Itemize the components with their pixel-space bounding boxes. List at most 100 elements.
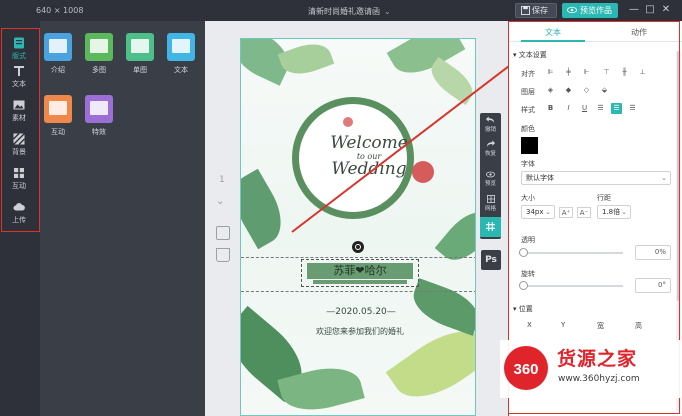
undo-icon [486, 116, 495, 123]
send-back-icon[interactable]: ⬙ [599, 85, 610, 96]
component-text[interactable]: 文本 [165, 33, 197, 75]
chevron-down-icon: ⌄ [384, 7, 391, 16]
save-icon [521, 6, 530, 15]
underline-icon[interactable]: U [579, 103, 590, 114]
component-interact[interactable]: 互动 [42, 95, 74, 137]
pos-x-label: X [527, 321, 532, 329]
active-tab-indicator [521, 40, 585, 42]
component-label: 互动 [51, 128, 65, 136]
component-panel: 介绍 多图 单图 文本 互动 特效 [40, 21, 205, 416]
italic-icon[interactable]: I [563, 103, 574, 114]
section-text-settings[interactable]: ▾ 文本设置 [513, 50, 547, 60]
bring-front-icon[interactable]: ◈ [545, 85, 556, 96]
increase-size-icon[interactable]: A⁺ [559, 207, 573, 218]
rotate-input[interactable]: 0° [635, 278, 671, 293]
text-align-right-icon[interactable]: ☰ [627, 103, 638, 114]
invite-text[interactable]: 欢迎您来参加我们的婚礼 [293, 326, 427, 337]
tab-text[interactable]: 文本 [523, 27, 583, 38]
rotate-label: 旋转 [521, 270, 535, 278]
text-align-left-icon[interactable]: ☰ [595, 103, 606, 114]
line-height-value: 1.8倍 [602, 208, 621, 216]
align-middle-icon[interactable]: ╫ [619, 67, 630, 78]
watermark-name: 货源之家 [557, 348, 638, 370]
save-label: 保存 [532, 6, 548, 15]
tool-label: 恢复 [484, 151, 496, 157]
magic-wand-icon [85, 95, 113, 123]
opacity-slider-knob[interactable] [519, 248, 528, 257]
rotate-handle[interactable] [352, 241, 364, 253]
redo-icon [486, 140, 495, 147]
send-backward-icon[interactable]: ◇ [581, 85, 592, 96]
guide-toggle-button[interactable] [480, 217, 501, 237]
font-select-value: 默认字体 [526, 174, 554, 182]
invitation-page[interactable]: Welcome to our Wedding 苏菲❤哈尔 —2020.05.20… [240, 38, 476, 416]
intro-icon [44, 33, 72, 61]
align-left-icon[interactable]: ⊫ [545, 67, 556, 78]
align-right-icon[interactable]: ⊩ [581, 67, 592, 78]
redo-button[interactable]: 恢复 [480, 140, 501, 157]
couple-names[interactable]: 苏菲❤哈尔 [307, 263, 413, 279]
eye-icon [567, 6, 577, 14]
close-icon[interactable]: ✕ [660, 4, 672, 16]
text-align-center-icon[interactable]: ☰ [611, 103, 622, 114]
align-center-h-icon[interactable]: ╪ [563, 67, 574, 78]
watermark-logo-text: 360 [513, 361, 538, 378]
component-intro[interactable]: 介绍 [42, 33, 74, 75]
wedding-date[interactable]: —2020.05.20— [301, 307, 421, 317]
canvas-size-readout: 640 × 1008 [36, 6, 84, 15]
font-select[interactable]: 默认字体 ⌄ [521, 171, 671, 185]
align-bottom-icon[interactable]: ⊥ [637, 67, 648, 78]
single-image-icon [126, 33, 154, 61]
photoshop-button[interactable]: Ps [481, 250, 501, 270]
hash-icon [486, 222, 495, 231]
tool-label: 撤销 [484, 127, 496, 133]
component-effects[interactable]: 特效 [83, 95, 115, 137]
trash-icon[interactable] [216, 248, 230, 262]
chevron-down-icon[interactable]: ⌄ [216, 196, 224, 207]
guide-line [241, 291, 475, 292]
align-label: 对齐 [521, 70, 535, 78]
multi-image-icon [85, 33, 113, 61]
style-label: 样式 [521, 106, 535, 114]
leaf-decoration [424, 56, 475, 106]
component-single-image[interactable]: 单图 [124, 33, 156, 75]
opacity-slider[interactable] [519, 248, 623, 257]
line-height-select[interactable]: 1.8倍 ⌄ [597, 205, 631, 219]
preview-tool-button[interactable]: 预览 [480, 171, 501, 187]
component-multi-image[interactable]: 多图 [83, 33, 115, 75]
grid-icon [486, 195, 495, 203]
bring-forward-icon[interactable]: ◆ [563, 85, 574, 96]
names-underline [313, 280, 407, 284]
rotate-slider-knob[interactable] [519, 281, 528, 290]
rotate-slider[interactable] [519, 281, 623, 290]
editor-app: 640 × 1008 清新时尚婚礼邀请函 ⌄ 保存 预览作品 — □ ✕ 版式 文… [0, 0, 682, 416]
component-label: 多图 [92, 66, 106, 74]
maximize-icon[interactable]: □ [644, 4, 656, 16]
section-position[interactable]: ▾ 位置 [513, 304, 533, 314]
document-title[interactable]: 清新时尚婚礼邀请函 ⌄ [308, 6, 391, 17]
decrease-size-icon[interactable]: A⁻ [577, 207, 591, 218]
scrollbar-thumb[interactable] [677, 51, 680, 301]
top-bar: 640 × 1008 清新时尚婚礼邀请函 ⌄ 保存 预览作品 — □ ✕ [0, 0, 682, 21]
welcome-line: Welcome [330, 133, 408, 153]
chevron-down-icon: ⌄ [661, 174, 667, 182]
welcome-heading[interactable]: Welcome to our Wedding [319, 133, 419, 179]
component-label: 特效 [92, 128, 106, 136]
font-label: 字体 [521, 160, 535, 168]
copy-page-icon[interactable] [216, 226, 230, 240]
minimize-icon[interactable]: — [628, 4, 640, 16]
text-block-icon [167, 33, 195, 61]
svg-text:360: 360 [513, 361, 538, 378]
opacity-input[interactable]: 0% [635, 245, 671, 260]
line-height-label: 行距 [597, 194, 611, 202]
color-swatch[interactable] [521, 137, 538, 154]
bold-icon[interactable]: B [545, 103, 556, 114]
tab-animation[interactable]: 动作 [609, 27, 669, 38]
save-button[interactable]: 保存 [515, 3, 557, 18]
undo-button[interactable]: 撤销 [480, 116, 501, 133]
align-top-icon[interactable]: ⊤ [601, 67, 612, 78]
grid-toggle-button[interactable]: 网格 [480, 195, 501, 212]
page-number: 1 [219, 175, 225, 185]
preview-button[interactable]: 预览作品 [562, 3, 618, 18]
font-size-select[interactable]: 34px ⌄ [521, 205, 555, 219]
